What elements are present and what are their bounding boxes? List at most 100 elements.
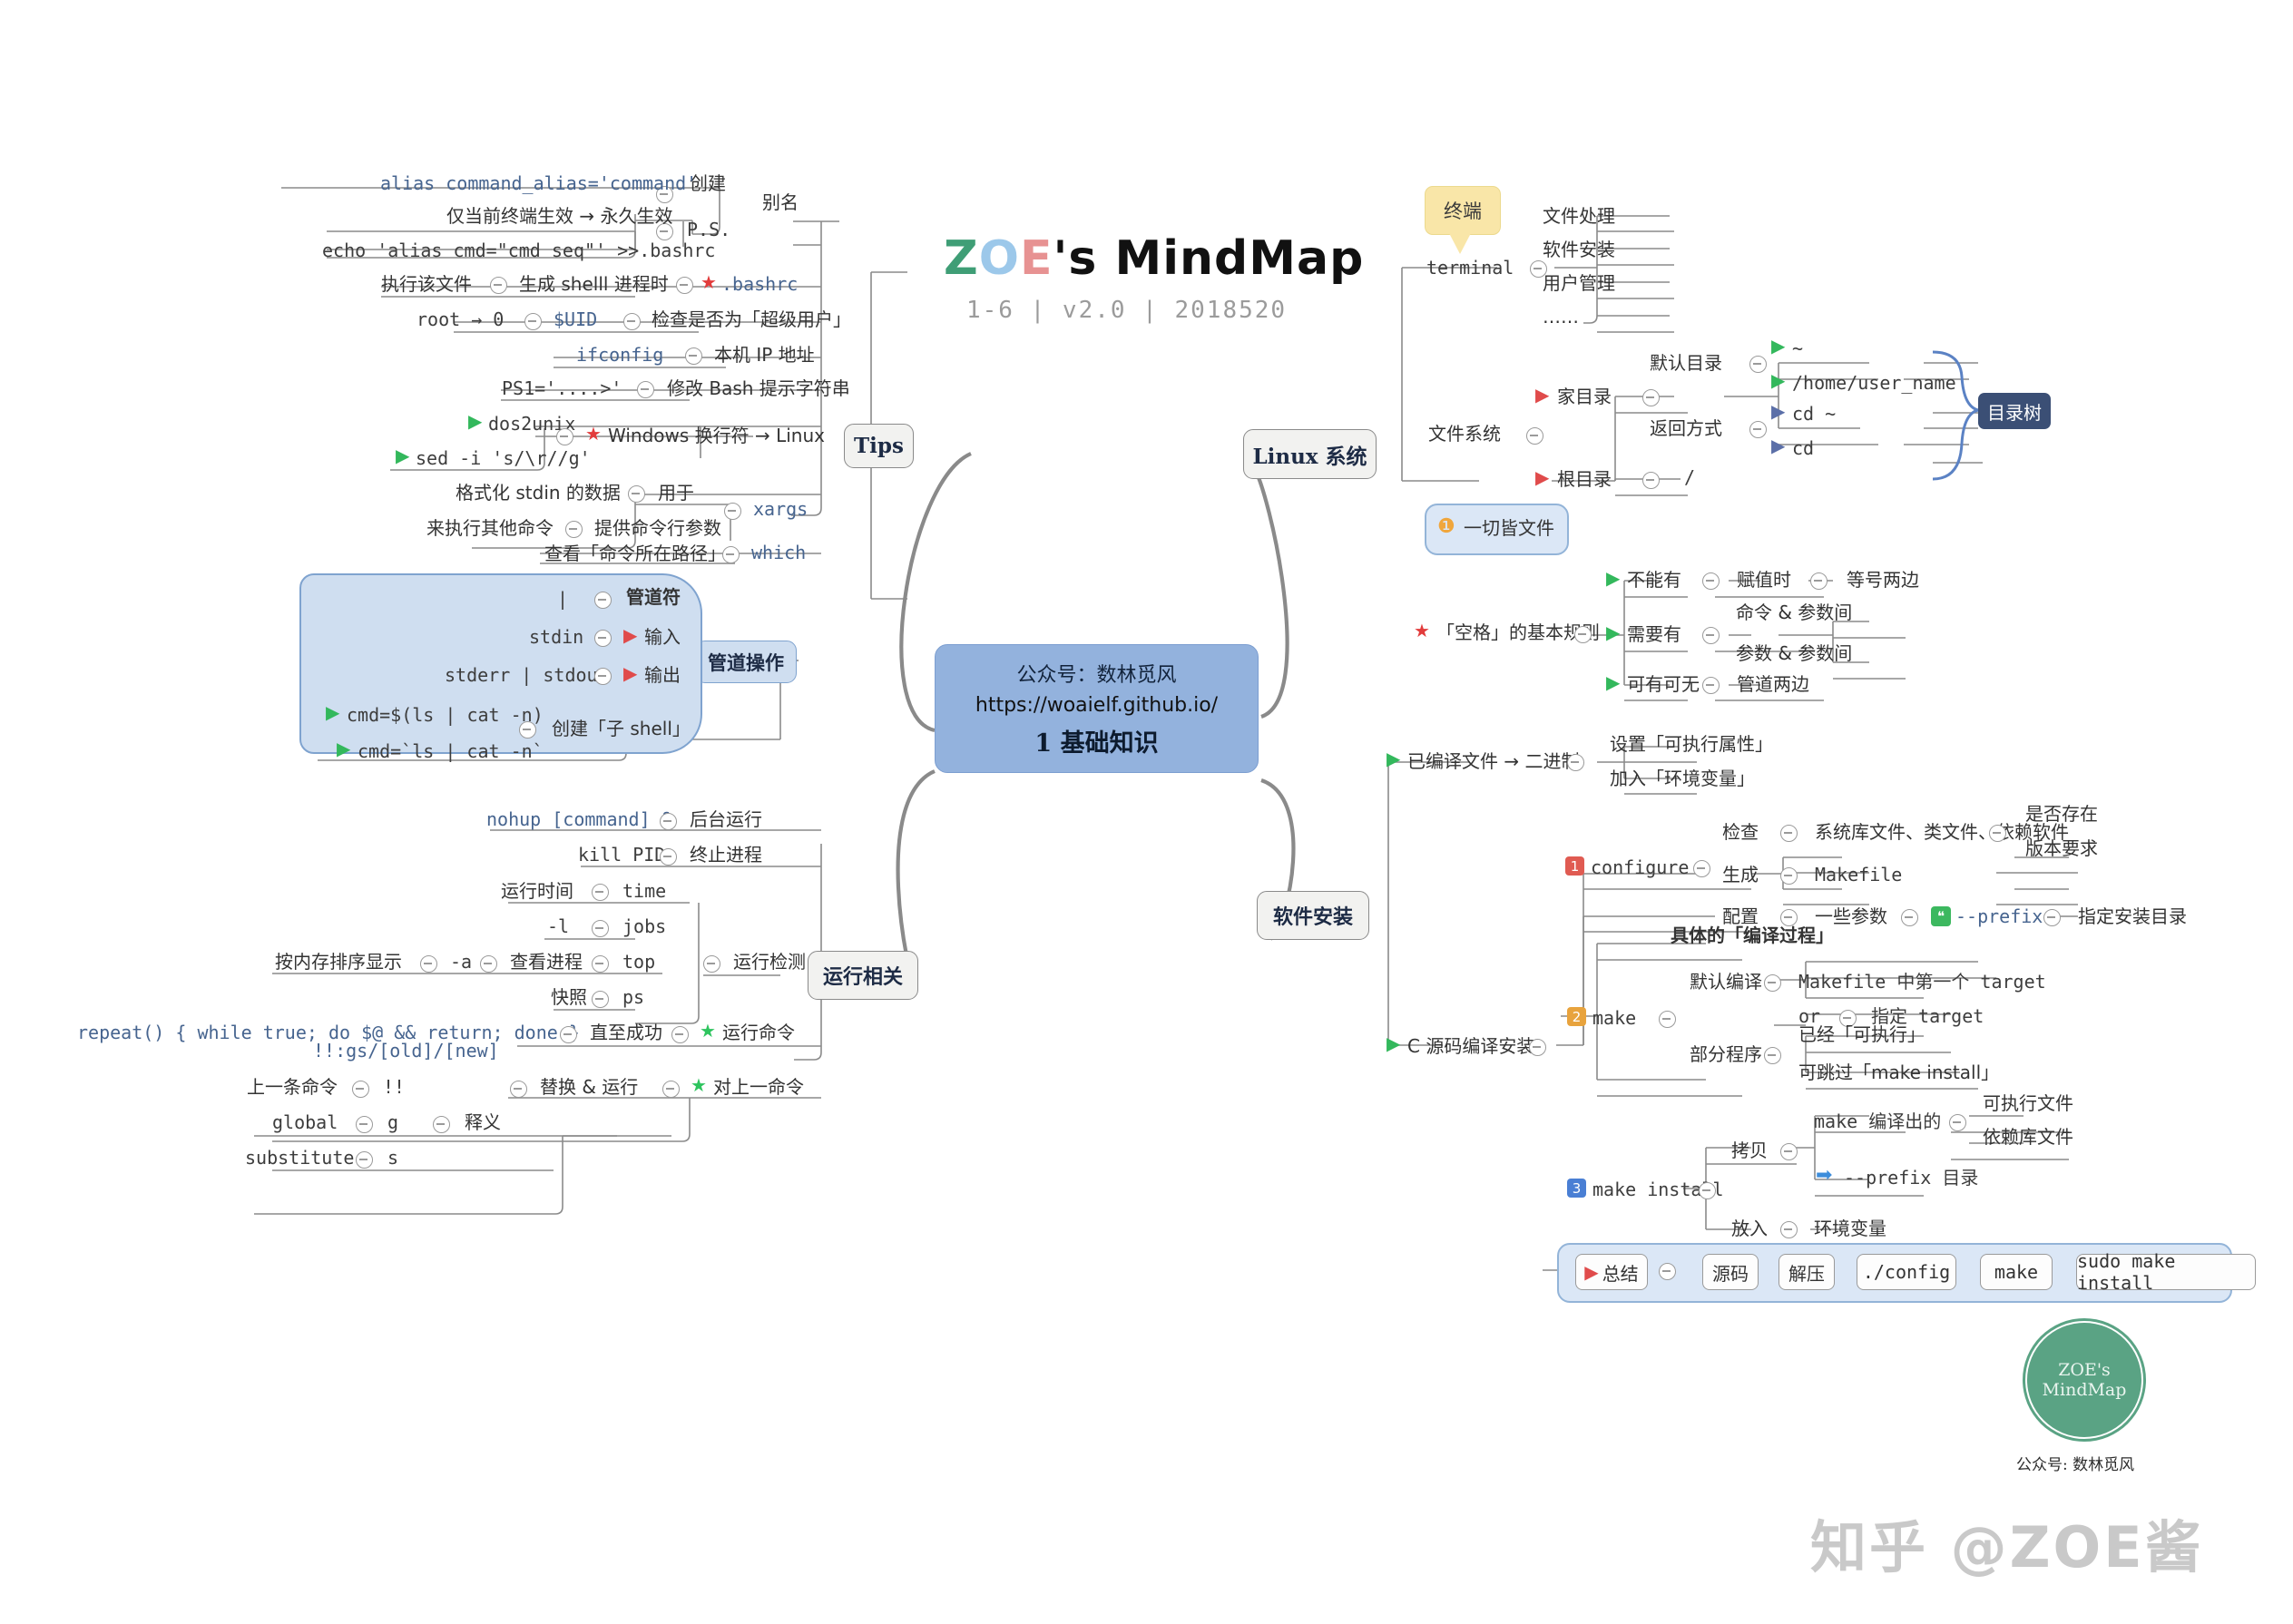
collapse-icon[interactable] (524, 313, 542, 330)
summary-chip-3[interactable]: make (1980, 1254, 2053, 1290)
flag-icon: ▶ (1606, 621, 1621, 643)
collapse-icon[interactable] (592, 955, 609, 973)
collapse-icon[interactable] (1526, 427, 1543, 445)
flag-icon: ▶ (623, 624, 638, 646)
collapse-icon[interactable] (671, 1026, 689, 1043)
collapse-icon[interactable] (594, 630, 612, 647)
tips-ps1-mid: 修改 Bash 提示字符串 (667, 377, 850, 399)
collapse-icon[interactable] (356, 1151, 373, 1169)
collapse-icon[interactable] (1764, 1047, 1781, 1064)
collapse-icon[interactable] (1749, 421, 1767, 438)
tips-bashrc-leaf: 执行该文件 (381, 273, 472, 295)
tips-xargs-m1: 用于 (658, 482, 694, 504)
collapse-icon[interactable] (676, 277, 693, 294)
collapse-icon[interactable] (1642, 389, 1660, 406)
runtime-rerun-cmd: repeat() { while true; do $@ && return; … (77, 1022, 580, 1043)
collapse-icon[interactable] (1702, 627, 1720, 644)
collapse-icon[interactable] (1529, 1039, 1546, 1056)
tips-xargs-l1: 格式化 stdin 的数据 (456, 482, 621, 504)
space-no-label: 不能有 (1627, 569, 1681, 591)
space-yes-label: 需要有 (1627, 623, 1681, 645)
collapse-icon[interactable] (2043, 909, 2061, 926)
collapse-icon[interactable] (433, 1116, 450, 1133)
collapse-icon[interactable] (623, 313, 641, 330)
tips-alias-ps-b: echo 'alias cmd="cmd seq"' >>.bashrc (322, 240, 716, 261)
summary-chip-2-label: ./config (1862, 1261, 1951, 1283)
star-icon: ★ (700, 1020, 716, 1042)
summary-chip-label[interactable]: ▶ 总结 (1575, 1254, 1648, 1290)
tips-ifconfig-label: ifconfig (576, 344, 664, 366)
collapse-icon[interactable] (660, 813, 677, 830)
summary-chip-2[interactable]: ./config (1857, 1254, 1956, 1290)
pipe-char-leaf: | (557, 588, 569, 610)
collapse-icon[interactable] (703, 955, 720, 973)
summary-chip-1[interactable]: 解压 (1779, 1254, 1835, 1290)
collapse-icon[interactable] (592, 991, 609, 1008)
collapse-icon[interactable] (1574, 626, 1592, 643)
collapse-icon[interactable] (1780, 1143, 1798, 1160)
collapse-icon[interactable] (1659, 1263, 1676, 1280)
pipe-input-leaf: stdin (529, 626, 584, 648)
collapse-icon[interactable] (1810, 572, 1828, 590)
collapse-icon[interactable] (1780, 1221, 1798, 1238)
collapse-icon[interactable] (1659, 1011, 1676, 1028)
central-line1: 公众号：数林觅风 (1016, 664, 1177, 687)
collapse-icon[interactable] (1642, 472, 1660, 489)
collapse-icon[interactable] (560, 1026, 577, 1043)
collapse-icon[interactable] (722, 546, 740, 563)
sw-configure-check-m: 检查 (1722, 821, 1759, 843)
collapse-icon[interactable] (1780, 867, 1798, 885)
collapse-icon[interactable] (1693, 860, 1710, 877)
collapse-icon[interactable] (510, 1081, 527, 1098)
collapse-icon[interactable] (356, 1116, 373, 1133)
collapse-icon[interactable] (628, 485, 645, 503)
collapse-icon[interactable] (1780, 825, 1798, 842)
collapse-icon[interactable] (592, 920, 609, 937)
collapse-icon[interactable] (1702, 677, 1720, 694)
tips-bashrc-mid: 生成 shelll 进程时 (519, 273, 669, 295)
collapse-icon[interactable] (556, 428, 573, 445)
dirtree-node[interactable]: 目录树 (1978, 393, 2051, 429)
linux-home-def-label: 默认目录 (1650, 352, 1722, 374)
collapse-icon[interactable] (662, 1081, 680, 1098)
collapse-icon[interactable] (1989, 825, 2006, 842)
collapse-icon[interactable] (592, 884, 609, 901)
collapse-icon[interactable] (594, 592, 612, 609)
collapse-icon[interactable] (1764, 974, 1781, 992)
collapse-icon[interactable] (480, 955, 497, 973)
collapse-icon[interactable] (594, 668, 612, 685)
collapse-icon[interactable] (565, 521, 583, 538)
collapse-icon[interactable] (1567, 754, 1584, 771)
flag-icon: ▶ (1535, 384, 1550, 406)
collapse-icon[interactable] (1699, 1182, 1716, 1199)
collapse-icon[interactable] (420, 955, 437, 973)
central-node[interactable]: 公众号：数林觅风 https://woaielf.github.io/ 1 基础… (935, 644, 1259, 773)
branch-runtime-label: 运行相关 (822, 966, 903, 989)
collapse-icon[interactable] (519, 721, 536, 739)
summary-chip-4[interactable]: sudo make install (2076, 1250, 2256, 1294)
collapse-icon[interactable] (1749, 356, 1767, 373)
collapse-icon[interactable] (660, 848, 677, 866)
sw-mi-copy-from: make 编译出的 (1814, 1110, 1942, 1132)
collapse-icon[interactable] (637, 381, 654, 398)
collapse-icon[interactable] (352, 1081, 369, 1098)
pipe-subshell-label: 创建「子 shell」 (552, 718, 691, 739)
branch-software[interactable]: 软件安装 (1257, 891, 1369, 940)
summary-chip-0[interactable]: 源码 (1702, 1254, 1759, 1290)
collapse-icon[interactable] (1702, 572, 1720, 590)
warning-icon: ❶ (1437, 515, 1455, 538)
collapse-icon[interactable] (1949, 1114, 1966, 1131)
branch-tips[interactable]: Tips (844, 424, 914, 468)
collapse-icon[interactable] (724, 503, 741, 520)
sw-compiled-label: 已编译文件 → 二进制 (1407, 750, 1580, 772)
branch-pipe[interactable]: 管道操作 (695, 641, 797, 683)
space-no-m: 赋值时 (1737, 569, 1791, 591)
branch-runtime[interactable]: 运行相关 (808, 951, 918, 1000)
runtime-detect-m0: 运行时间 (501, 880, 573, 902)
branch-linux[interactable]: Linux 系统 (1243, 429, 1377, 479)
branch-software-label: 软件安装 (1272, 906, 1353, 929)
collapse-icon[interactable] (490, 277, 507, 294)
collapse-icon[interactable] (685, 347, 702, 365)
collapse-icon[interactable] (1901, 909, 1918, 926)
summary-chip-3-label: make (1994, 1261, 2039, 1283)
